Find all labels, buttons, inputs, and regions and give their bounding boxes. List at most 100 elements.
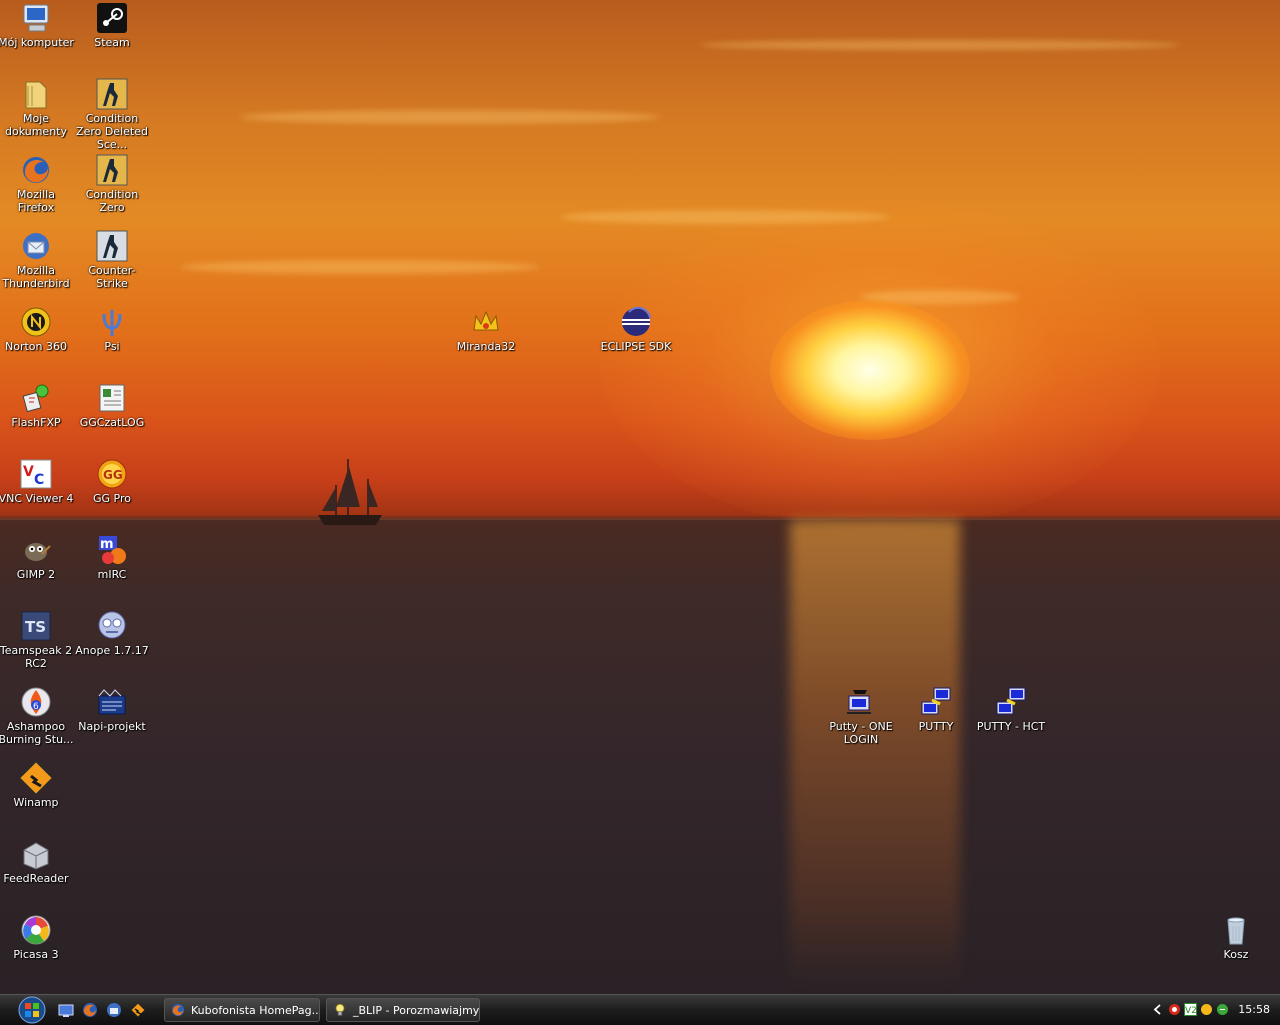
icon-label: GGCzatLOG <box>79 416 145 429</box>
expand-arrow-icon[interactable] <box>1152 1003 1165 1016</box>
norton-icon[interactable] <box>1168 1003 1181 1016</box>
svg-text:TS: TS <box>25 618 46 636</box>
desktop-wallpaper <box>0 0 1280 994</box>
winamp-icon[interactable] <box>130 1002 146 1018</box>
desktop-icon-moje-dokumenty[interactable]: Moje dokumenty <box>0 78 74 138</box>
desktop-icon-mozilla-thunderbird[interactable]: Mozilla Thunderbird <box>0 230 74 290</box>
desktop-icon-vnc-viewer[interactable]: VC VNC Viewer 4 <box>0 458 74 505</box>
desktop-icon-kosz[interactable]: Kosz <box>1198 914 1274 961</box>
firefox-icon <box>171 1003 185 1017</box>
sun <box>770 300 970 440</box>
desktop-icon-flashfxp[interactable]: FlashFXP <box>0 382 74 429</box>
show-desktop-icon[interactable] <box>58 1002 74 1018</box>
mirc-icon: m <box>99 536 126 564</box>
counter-strike-icon <box>96 154 128 186</box>
cloud <box>180 260 540 274</box>
desktop-icon-condition-zero[interactable]: Condition Zero <box>74 154 150 214</box>
icon-label: Kosz <box>1223 948 1249 961</box>
desktop-icon-picasa[interactable]: Picasa 3 <box>0 914 74 961</box>
desktop-icon-condition-zero-deleted[interactable]: Condition Zero Deleted Sce... <box>74 78 150 151</box>
icon-label: Steam <box>94 36 130 49</box>
steam-icon <box>97 3 127 33</box>
horizon <box>0 518 1280 520</box>
icon-label: VNC Viewer 4 <box>0 492 74 505</box>
icon-label: GG Pro <box>93 492 131 505</box>
icon-label: Ashampoo Burning Stu... <box>0 720 74 746</box>
cloud <box>560 210 890 224</box>
sun-reflection <box>790 520 960 990</box>
taskbar-button-blip[interactable]: _BLIP - Porozmawiajmy <box>326 998 480 1022</box>
recycle-bin-icon <box>1227 917 1245 945</box>
icon-label: Napi-projekt <box>78 720 146 733</box>
icon-label: Winamp <box>13 796 59 809</box>
icon-label: GIMP 2 <box>16 568 56 581</box>
svg-text:V2: V2 <box>1185 1006 1197 1016</box>
computer-icon <box>23 4 49 32</box>
desktop-icon-ashampoo[interactable]: 6 Ashampoo Burning Stu... <box>0 686 74 746</box>
feedreader-icon <box>23 842 49 870</box>
eclipse-icon <box>622 306 651 336</box>
vnc-tray-icon[interactable]: V2 <box>1184 1003 1197 1016</box>
desktop-icon-teamspeak[interactable]: TS Teamspeak 2 RC2 <box>0 610 74 670</box>
icon-label: mIRC <box>97 568 127 581</box>
taskbar-button-label: _BLIP - Porozmawiajmy <box>353 1004 480 1017</box>
icon-label: PUTTY - HCT <box>976 720 1046 733</box>
lightbulb-icon <box>335 1003 345 1016</box>
network-icon[interactable] <box>1216 1003 1229 1016</box>
icon-label: ECLIPSE SDK <box>600 340 672 353</box>
desktop-icon-gimp[interactable]: GIMP 2 <box>0 534 74 581</box>
icon-label: Mozilla Firefox <box>17 188 55 214</box>
clock[interactable]: 15:58 <box>1238 995 1270 1025</box>
icon-label: Norton 360 <box>5 340 67 353</box>
desktop-icon-ggczatlog[interactable]: GGCzatLOG <box>74 382 150 429</box>
putty-icon <box>847 690 871 714</box>
gimp-icon <box>25 543 51 561</box>
desktop-icon-mirc[interactable]: m mIRC <box>74 534 150 581</box>
icon-label: Mój komputer <box>0 36 74 49</box>
miranda-icon <box>473 310 499 331</box>
sailing-ship-icon <box>318 459 382 525</box>
svg-text:m: m <box>100 537 114 552</box>
cloud <box>700 40 1180 50</box>
desktop-icon-mozilla-firefox[interactable]: Mozilla Firefox <box>0 154 74 214</box>
desktop-icon-counter-strike[interactable]: Counter-Strike <box>74 230 150 290</box>
teamspeak-icon: TS <box>21 611 51 641</box>
desktop-icon-winamp[interactable]: Winamp <box>0 762 74 809</box>
desktop-icon-steam[interactable]: Steam <box>74 2 150 49</box>
svg-text:V: V <box>23 464 34 480</box>
counter-strike-icon <box>96 230 128 262</box>
gadu-gadu-tray-icon[interactable] <box>1200 1003 1213 1016</box>
desktop-icon-miranda32[interactable]: Miranda32 <box>448 306 524 353</box>
desktop-icon-eclipse-sdk[interactable]: ECLIPSE SDK <box>598 306 674 353</box>
cloud <box>240 110 660 124</box>
desktop-icon-anope[interactable]: Anope 1.7.17 <box>74 610 150 657</box>
svg-text:6: 6 <box>33 702 39 712</box>
icon-label: FeedReader <box>3 872 69 885</box>
windows-start-orb-icon[interactable] <box>4 995 46 1025</box>
thunderbird-icon[interactable] <box>106 1002 122 1018</box>
desktop-icon-putty[interactable]: PUTTY <box>898 686 974 733</box>
taskbar-button-firefox[interactable]: Kubofonista HomePag... <box>164 998 320 1022</box>
desktop-icon-psi[interactable]: Psi <box>74 306 150 353</box>
thunderbird-icon <box>23 233 49 259</box>
putty-icon <box>921 687 951 715</box>
svg-text:GG: GG <box>103 468 123 482</box>
desktop-icon-putty-hct[interactable]: PUTTY - HCT <box>973 686 1049 733</box>
desktop-icon-feedreader[interactable]: FeedReader <box>0 838 74 885</box>
icon-label: Mozilla Thunderbird <box>2 264 70 290</box>
desktop-icon-moj-komputer[interactable]: Mój komputer <box>0 2 74 49</box>
flashfxp-icon <box>22 384 49 413</box>
desktop-icon-norton-360[interactable]: Norton 360 <box>0 306 74 353</box>
taskbar: Kubofonista HomePag... _BLIP - Porozmawi… <box>0 994 1280 1025</box>
firefox-icon <box>23 157 49 183</box>
desktop-icon-putty-one-login[interactable]: Putty - ONE LOGIN <box>823 686 899 746</box>
icon-label: FlashFXP <box>11 416 61 429</box>
system-tray: V2 15:58 <box>1144 995 1280 1025</box>
taskbar-button-label: Kubofonista HomePag... <box>191 1004 320 1017</box>
icon-label: Moje dokumenty <box>5 112 67 138</box>
icon-label: Condition Zero <box>85 188 139 214</box>
desktop-icon-napi-projekt[interactable]: Napi-projekt <box>74 686 150 733</box>
firefox-icon[interactable] <box>82 1002 98 1018</box>
desktop-icon-gg-pro[interactable]: GG GG Pro <box>74 458 150 505</box>
icon-label: Psi <box>104 340 120 353</box>
